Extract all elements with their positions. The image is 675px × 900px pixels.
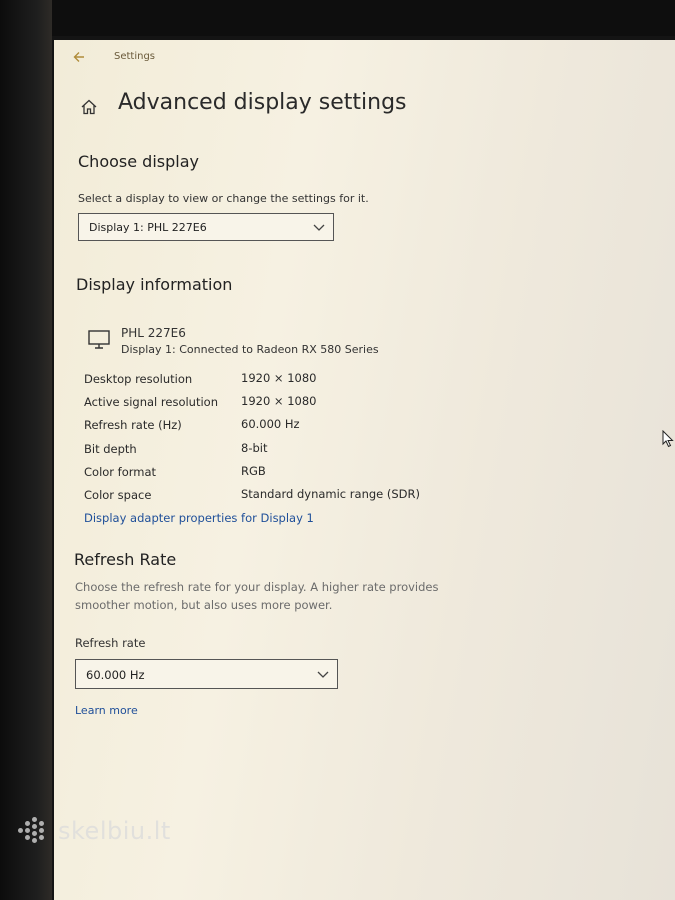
refresh-rate-heading: Refresh Rate bbox=[74, 550, 177, 569]
refresh-rate-field-label: Refresh rate bbox=[75, 636, 146, 650]
learn-more-link[interactable]: Learn more bbox=[75, 704, 138, 717]
watermark-text: skelbiu.lt bbox=[58, 817, 171, 845]
info-value-desktop-resolution: 1920 × 1080 bbox=[241, 371, 317, 385]
chevron-down-icon bbox=[317, 669, 329, 679]
info-label-refresh-rate: Refresh rate (Hz) bbox=[84, 418, 182, 432]
info-label-bit-depth: Bit depth bbox=[84, 442, 137, 456]
monitor-name: PHL 227E6 bbox=[121, 326, 186, 340]
settings-window: Settings Advanced display settings Choos… bbox=[54, 40, 675, 900]
info-value-active-signal-resolution: 1920 × 1080 bbox=[241, 394, 317, 408]
display-info-heading: Display information bbox=[76, 275, 233, 294]
info-label-active-signal-resolution: Active signal resolution bbox=[84, 395, 218, 409]
window-title: Settings bbox=[114, 51, 156, 62]
info-label-color-format: Color format bbox=[84, 465, 157, 479]
display-select-value: Display 1: PHL 227E6 bbox=[89, 221, 207, 234]
monitor-connection: Display 1: Connected to Radeon RX 580 Se… bbox=[121, 343, 379, 356]
refresh-rate-select[interactable]: 60.000 Hz bbox=[75, 659, 338, 689]
info-value-color-format: RGB bbox=[241, 464, 266, 478]
info-value-color-space: Standard dynamic range (SDR) bbox=[241, 487, 421, 501]
chevron-down-icon bbox=[313, 222, 325, 232]
choose-display-heading: Choose display bbox=[78, 152, 199, 171]
watermark: skelbiu.lt bbox=[18, 815, 171, 847]
page-title: Advanced display settings bbox=[118, 90, 407, 115]
back-arrow-icon[interactable] bbox=[72, 50, 88, 66]
choose-display-description: Select a display to view or change the s… bbox=[78, 192, 369, 205]
display-adapter-properties-link[interactable]: Display adapter properties for Display 1 bbox=[84, 511, 314, 525]
display-select[interactable]: Display 1: PHL 227E6 bbox=[78, 213, 334, 241]
refresh-rate-description-line2: smoother motion, but also uses more powe… bbox=[75, 598, 333, 612]
watermark-logo-icon bbox=[18, 817, 48, 845]
home-icon[interactable] bbox=[80, 98, 98, 116]
monitor-icon bbox=[88, 330, 110, 350]
mouse-cursor-icon bbox=[662, 429, 674, 448]
info-label-desktop-resolution: Desktop resolution bbox=[84, 372, 193, 386]
monitor-bezel-top bbox=[0, 0, 675, 36]
refresh-rate-description-line1: Choose the refresh rate for your display… bbox=[75, 580, 439, 594]
info-value-bit-depth: 8-bit bbox=[241, 441, 268, 455]
info-label-color-space: Color space bbox=[84, 488, 152, 502]
info-value-refresh-rate: 60.000 Hz bbox=[241, 417, 300, 431]
title-bar: Settings bbox=[54, 48, 654, 70]
refresh-rate-select-value: 60.000 Hz bbox=[86, 668, 145, 682]
monitor-bezel-left bbox=[0, 0, 52, 900]
